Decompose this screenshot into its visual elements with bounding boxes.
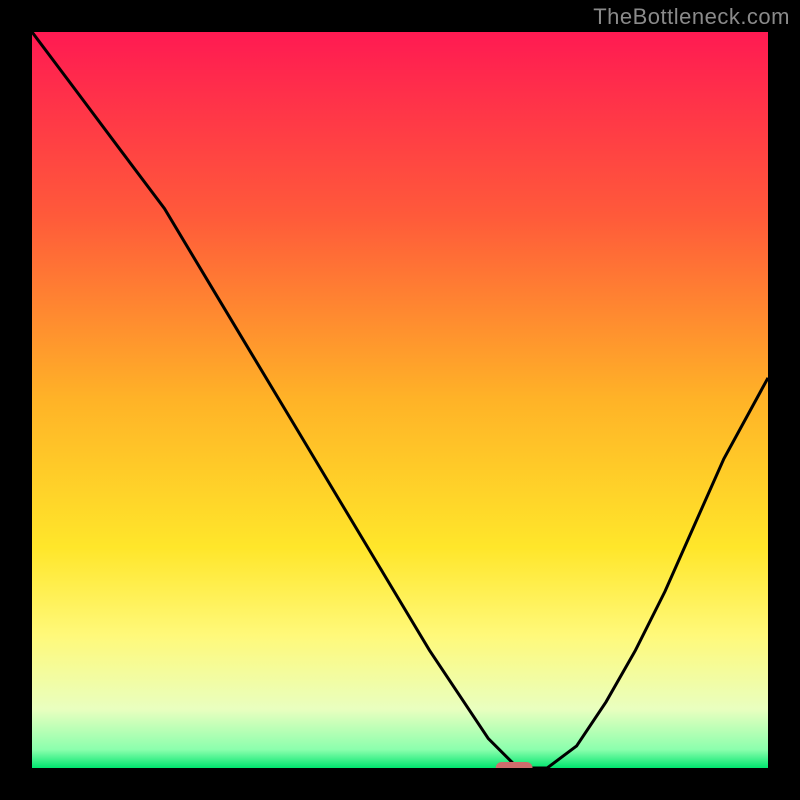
chart-frame: TheBottleneck.com <box>0 0 800 800</box>
gradient-background <box>32 32 768 768</box>
plot-area <box>32 32 768 768</box>
watermark-text: TheBottleneck.com <box>593 4 790 30</box>
bottleneck-chart <box>32 32 768 768</box>
optimal-marker <box>496 762 533 768</box>
